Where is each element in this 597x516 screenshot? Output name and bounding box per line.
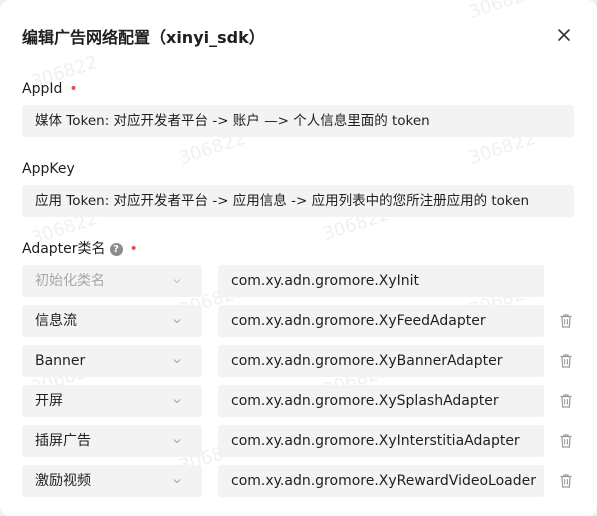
adapter-type-value: 初始化类名 — [35, 273, 105, 289]
chevron-down-icon — [173, 359, 181, 364]
adapter-type-select-splash[interactable]: 开屏 — [22, 385, 202, 417]
adapter-type-value: 信息流 — [35, 313, 77, 329]
required-mark: • — [129, 241, 138, 257]
appid-field[interactable]: 媒体 Token: 对应开发者平台 -> 账户 —> 个人信息里面的 token — [22, 105, 574, 137]
adapter-type-select-reward[interactable]: 激励视频 — [22, 465, 202, 497]
trash-icon[interactable] — [558, 473, 574, 489]
adapter-class-input-init[interactable]: com.xy.adn.gromore.XyInit — [218, 265, 544, 297]
adapter-class-input-splash[interactable]: com.xy.adn.gromore.XySplashAdapter — [218, 385, 544, 417]
adapter-class-input-banner[interactable]: com.xy.adn.gromore.XyBannerAdapter — [218, 345, 544, 377]
adapter-type-value: 激励视频 — [35, 473, 91, 489]
adapter-type-select-init: 初始化类名 — [22, 265, 202, 297]
chevron-down-icon — [173, 439, 181, 444]
chevron-down-icon — [173, 319, 181, 324]
adapter-class-input-reward[interactable]: com.xy.adn.gromore.XyRewardVideoLoader — [218, 465, 544, 497]
trash-icon[interactable] — [558, 393, 574, 409]
dialog-title: 编辑广告网络配置（xinyi_sdk） — [22, 28, 265, 47]
adapter-class-input-interstitial[interactable]: com.xy.adn.gromore.XyInterstitiaAdapter — [218, 425, 544, 457]
adapter-type-value: 插屏广告 — [35, 433, 91, 449]
chevron-down-icon — [173, 399, 181, 404]
watermark: 306822 — [466, 0, 539, 24]
chevron-down-icon — [173, 479, 181, 484]
chevron-down-icon — [173, 279, 181, 284]
appkey-label-text: AppKey — [22, 161, 75, 177]
trash-icon[interactable] — [558, 313, 574, 329]
required-mark: • — [69, 81, 78, 97]
adapter-type-select-banner[interactable]: Banner — [22, 345, 202, 377]
appid-label: AppId • — [22, 79, 78, 99]
trash-icon[interactable] — [558, 433, 574, 449]
adapter-type-value: 开屏 — [35, 393, 63, 409]
close-icon — [558, 29, 570, 41]
help-icon[interactable]: ? — [109, 242, 123, 256]
adapter-type-select-feed[interactable]: 信息流 — [22, 305, 202, 337]
adapter-class-input-feed[interactable]: com.xy.adn.gromore.XyFeedAdapter — [218, 305, 544, 337]
close-button[interactable] — [554, 25, 574, 45]
trash-icon[interactable] — [558, 353, 574, 369]
adapter-label: Adapter类名 ? • — [22, 239, 138, 259]
adapter-label-text: Adapter类名 — [22, 241, 106, 257]
appid-label-text: AppId — [22, 81, 63, 97]
appkey-field[interactable]: 应用 Token: 对应开发者平台 -> 应用信息 -> 应用列表中的您所注册应… — [22, 185, 574, 217]
adapter-type-value: Banner — [35, 353, 86, 369]
edit-ad-network-dialog: 306822 306822 306822 306822 306822 30682… — [0, 0, 597, 516]
appkey-label: AppKey — [22, 159, 75, 179]
adapter-type-select-interstitial[interactable]: 插屏广告 — [22, 425, 202, 457]
